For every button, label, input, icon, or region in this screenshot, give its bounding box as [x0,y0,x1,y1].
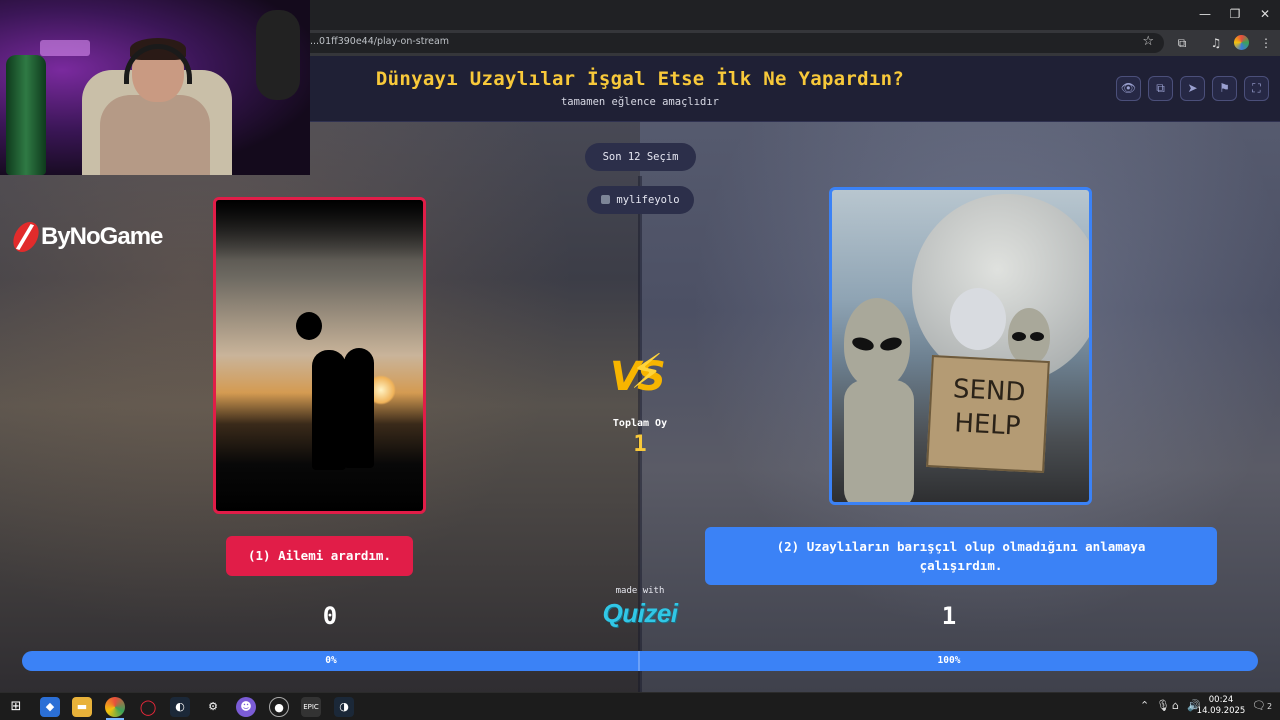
app-icon-1[interactable]: ◆ [40,697,60,717]
bottle [6,55,46,175]
obs-icon[interactable]: ● [269,697,289,717]
restore-button[interactable]: ❐ [1220,4,1250,24]
close-button[interactable]: ✕ [1250,4,1280,24]
vote-progress-bar: 0% 100% [22,651,1258,671]
clock-date: 14.09.2025 [1196,706,1246,716]
alien-left-body [844,380,914,502]
windows-start-icon[interactable]: ⊞ [6,697,26,717]
alien-right [1008,308,1050,364]
flag-icon[interactable]: ⚑ [1212,76,1237,101]
brand-name: ByNoGame [41,223,163,250]
option-2-button[interactable]: (2) Uzaylıların barışçıl olup olmadığını… [705,527,1217,585]
progress-midline [638,651,640,671]
total-votes-label: Toplam Oy [612,418,668,429]
last-voter-name: mylifeyolo [616,194,680,206]
minimize-button[interactable]: — [1190,4,1220,24]
bookmark-star-icon[interactable]: ☆ [1142,34,1154,49]
option-1-button[interactable]: (1) Ailemi arardım. [226,536,413,576]
child-silhouette [296,312,322,340]
clock-time: 00:24 [1208,695,1234,705]
alien-eye [1012,332,1026,341]
fullscreen-icon[interactable]: ⛶ [1244,76,1269,101]
rgb-light [40,40,90,56]
option-2-image[interactable]: SEND HELP [829,187,1092,505]
notification-count: 2 [1266,702,1273,711]
option-1-count: 0 [322,602,338,630]
webcam-overlay [0,0,310,175]
total-votes-value: 1 [633,432,647,457]
alien-eye [1030,332,1044,341]
microphone-tray-icon[interactable]: 🎙 [1156,699,1170,712]
last-voter-badge: mylifeyolo [587,186,694,214]
notifications-icon[interactable]: 🗨2 [1252,699,1272,712]
option-2-percent: 100% [937,655,961,666]
chrome-icon[interactable] [105,697,125,717]
parent-silhouette [312,350,346,470]
network-icon[interactable]: ⌂ [1172,699,1179,712]
alien-eye [878,335,904,353]
tray-overflow-icon[interactable]: ⌃ [1140,699,1149,712]
user-avatar-icon [601,195,611,204]
taskbar-clock[interactable]: 00:24 14.09.2025 [1196,695,1246,717]
tree-silhouette [216,200,423,260]
steam-icon[interactable]: ◐ [170,697,190,717]
settings-gear-icon[interactable]: ⚙ [203,697,223,717]
vs-icon: VS ⚡ [606,344,674,404]
windows-taskbar: ⊞ ◆ ▬ ◯ ◐ ⚙ ☻ ● EPIC ◑ ⌃ 🎙 ⌂ 🔊 00:24 14.… [0,692,1280,720]
url-text: ...01ff390e44/play-on-stream [310,36,450,47]
parent-silhouette-2 [344,348,374,468]
sign-line-2: HELP [953,408,1022,442]
lightning-bolt-icon: ⚡ [630,344,664,400]
copy-icon[interactable]: ⧉ [1148,76,1173,101]
alien-left [844,298,910,388]
astronaut-helmet [950,288,1006,350]
file-explorer-icon[interactable]: ▬ [72,697,92,717]
alien-eye [850,335,876,353]
option-1-image[interactable] [213,197,426,514]
quizei-logo[interactable]: Quizei [590,598,690,629]
opera-icon[interactable]: ◯ [138,697,158,717]
option-2-count: 1 [941,602,957,630]
address-bar[interactable]: ...01ff390e44/play-on-stream ☆ [300,33,1164,53]
media-control-icon[interactable]: ♫ [1206,33,1226,53]
option-1-percent: 0% [325,655,337,666]
profile-avatar-icon[interactable] [1234,35,1249,50]
last-choices-badge[interactable]: Son 12 Seçim [585,143,696,171]
steam-icon-2[interactable]: ◑ [334,697,354,717]
send-icon[interactable]: ➤ [1180,76,1205,101]
extensions-icon[interactable]: ⧉ [1172,33,1192,53]
microphone [256,10,300,100]
browser-menu-icon[interactable]: ⋮ [1256,33,1276,53]
made-with-label: made with [615,586,665,596]
discord-icon[interactable]: ☻ [236,697,256,717]
streamer-body [100,95,210,175]
eye-icon[interactable]: 👁 [1116,76,1141,101]
epic-games-icon[interactable]: EPIC [301,697,321,717]
send-help-sign: SEND HELP [926,354,1050,474]
